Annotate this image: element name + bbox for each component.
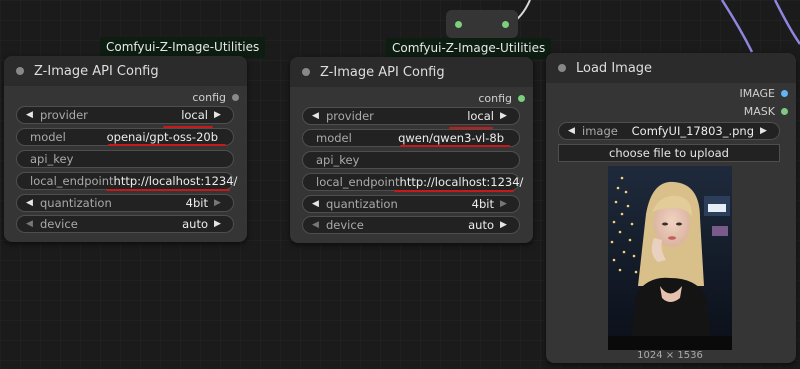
widget-value: local: [181, 108, 208, 122]
node-title: Load Image: [576, 60, 653, 76]
widget-value: local: [467, 109, 494, 123]
widget-label: quantization: [326, 197, 398, 211]
widget-label: api_key: [30, 152, 74, 166]
widget-label: local_endpoint: [316, 175, 400, 189]
group-label[interactable]: Comfyui-Z-Image-Utilities: [100, 37, 266, 58]
arrow-right-icon[interactable]: ▶: [500, 111, 510, 121]
config-output-label: config: [478, 92, 512, 105]
arrow-left-icon[interactable]: ◀: [312, 111, 322, 121]
group-label[interactable]: Comfyui-Z-Image-Utilities: [386, 38, 552, 59]
widget-value: http://localhost:1234/: [113, 174, 238, 188]
widget-label: device: [326, 218, 364, 232]
widget-value: http://localhost:1234/: [399, 175, 524, 189]
annotation-underline: [108, 144, 226, 146]
widget-value: 4bit: [185, 196, 208, 210]
arrow-left-icon[interactable]: ◀: [312, 199, 322, 209]
provider-combo[interactable]: ◀ provider local ▶: [302, 107, 520, 125]
arrow-right-icon[interactable]: ▶: [760, 126, 770, 136]
arrow-right-icon[interactable]: ▶: [214, 219, 224, 229]
arrow-left-icon[interactable]: ◀: [26, 219, 36, 229]
image-preview: [608, 166, 732, 350]
config-output-dot[interactable]: [232, 94, 239, 101]
config-output[interactable]: config: [192, 91, 239, 104]
photo-illustration: [608, 166, 732, 350]
annotation-underline: [394, 190, 514, 192]
widget-value: openai/gpt-oss-20b: [106, 130, 218, 144]
api-key-field[interactable]: api_key: [302, 151, 520, 169]
provider-combo[interactable]: ◀ provider local ▶: [16, 106, 234, 124]
load-image-node[interactable]: Load Image IMAGE MASK ◀ image ComfyUI_17…: [546, 53, 796, 363]
image-dimensions: 1024 × 1536: [637, 350, 703, 361]
widget-label: api_key: [316, 153, 360, 167]
reroute-output-dot[interactable]: [502, 21, 509, 28]
local-endpoint-field[interactable]: local_endpoint http://localhost:1234/: [302, 173, 523, 191]
annotation-underline: [106, 189, 230, 191]
z-image-api-config-node[interactable]: Z-Image API Config config ◀ provider loc…: [4, 56, 247, 242]
widget-label: provider: [326, 109, 374, 123]
config-output-label: config: [192, 91, 226, 104]
widget-label: quantization: [40, 196, 112, 210]
arrow-left-icon[interactable]: ◀: [26, 110, 36, 120]
arrow-left-icon[interactable]: ◀: [26, 198, 36, 208]
collapse-toggle[interactable]: [302, 68, 310, 76]
reroute-node[interactable]: [446, 10, 518, 38]
node-title: Z-Image API Config: [320, 64, 445, 80]
image-output[interactable]: IMAGE: [739, 87, 788, 100]
node-header[interactable]: Load Image: [546, 53, 796, 83]
image-output-dot[interactable]: [781, 90, 788, 97]
upload-button[interactable]: choose file to upload: [558, 144, 780, 162]
collapse-toggle[interactable]: [16, 67, 24, 75]
widget-label: local_endpoint: [30, 174, 114, 188]
config-output[interactable]: config: [478, 92, 525, 105]
image-output-label: IMAGE: [739, 87, 775, 100]
mask-output-label: MASK: [743, 105, 775, 118]
arrow-left-icon[interactable]: ◀: [568, 126, 578, 136]
widget-value: qwen/qwen3-vl-8b: [398, 131, 504, 145]
node-title: Z-Image API Config: [34, 63, 159, 79]
node-header[interactable]: Z-Image API Config: [290, 57, 533, 87]
widget-label: device: [40, 217, 78, 231]
arrow-right-icon[interactable]: ▶: [500, 220, 510, 230]
widget-label: model: [316, 131, 352, 145]
local-endpoint-field[interactable]: local_endpoint http://localhost:1234/: [16, 172, 237, 190]
widget-value: 4bit: [471, 197, 494, 211]
image-combo[interactable]: ◀ image ComfyUI_17803_.png ▶: [558, 122, 780, 140]
device-combo[interactable]: ◀ device auto ▶: [16, 215, 234, 233]
quantization-combo[interactable]: ◀ quantization 4bit ▶: [16, 194, 234, 212]
widget-value: auto: [468, 218, 494, 232]
widget-label: provider: [40, 108, 88, 122]
arrow-right-icon[interactable]: ▶: [214, 198, 224, 208]
mask-output-dot[interactable]: [781, 108, 788, 115]
mask-output[interactable]: MASK: [744, 105, 788, 118]
device-combo[interactable]: ◀ device auto ▶: [302, 216, 520, 234]
widget-label: model: [30, 130, 66, 144]
arrow-left-icon[interactable]: ◀: [312, 220, 322, 230]
quantization-combo[interactable]: ◀ quantization 4bit ▶: [302, 195, 520, 213]
widget-value: auto: [182, 217, 208, 231]
config-output-dot[interactable]: [518, 95, 525, 102]
widget-value: ComfyUI_17803_.png: [631, 124, 754, 138]
z-image-api-config-node[interactable]: Z-Image API Config config ◀ provider loc…: [290, 57, 533, 243]
reroute-input-dot[interactable]: [455, 21, 462, 28]
arrow-right-icon[interactable]: ▶: [500, 199, 510, 209]
api-key-field[interactable]: api_key: [16, 150, 234, 168]
node-header[interactable]: Z-Image API Config: [4, 56, 247, 86]
arrow-right-icon[interactable]: ▶: [214, 110, 224, 120]
widget-label: image: [582, 124, 618, 138]
collapse-toggle[interactable]: [558, 64, 566, 72]
annotation-underline: [400, 145, 510, 147]
